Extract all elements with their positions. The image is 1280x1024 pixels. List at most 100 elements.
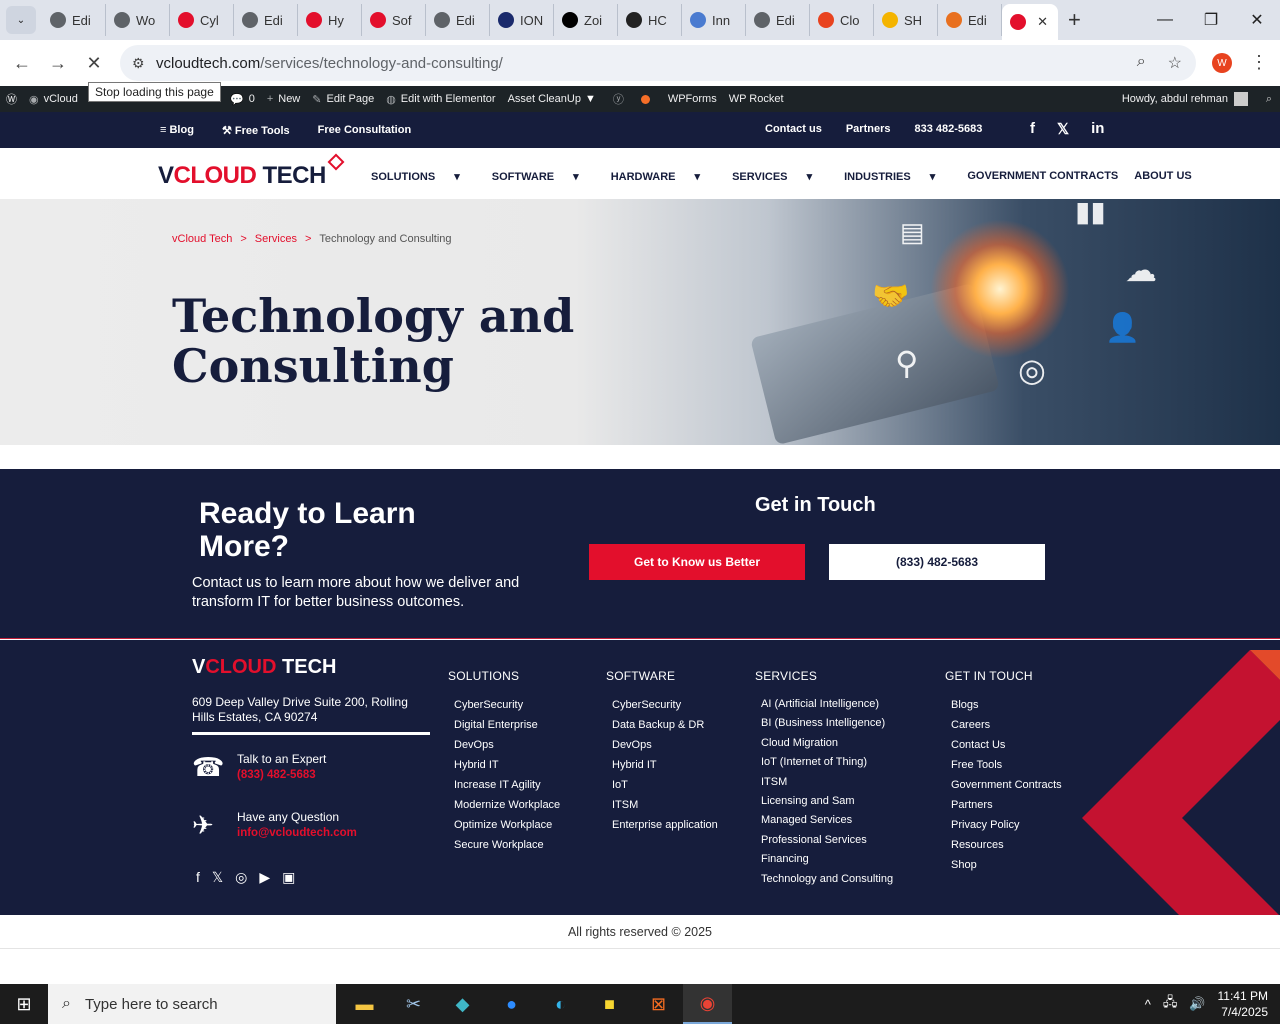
topbar-blog-link[interactable]: ≡ Blog [160, 124, 194, 137]
facebook-icon[interactable]: f [196, 869, 200, 886]
zoom-app-icon[interactable]: ● [487, 984, 536, 1024]
wp-new[interactable]: + New [267, 93, 300, 105]
footer-software-link[interactable]: Data Backup & DR [612, 715, 718, 735]
footer-solutions-link[interactable]: Secure Workplace [454, 835, 560, 855]
footer-solutions-link[interactable]: Increase IT Agility [454, 775, 560, 795]
footer-software-link[interactable]: ITSM [612, 795, 718, 815]
footer-services-link[interactable]: Licensing and Sam [761, 792, 893, 811]
topbar-partners-link[interactable]: Partners [846, 123, 891, 135]
forward-icon[interactable]: → [40, 53, 76, 74]
wp-edit-page[interactable]: ✎ Edit Page [312, 93, 374, 106]
xampp-icon[interactable]: ⊠ [634, 984, 683, 1024]
footer-get-in-touch-link[interactable]: Shop [951, 855, 1062, 875]
footer-solutions-link[interactable]: Modernize Workplace [454, 795, 560, 815]
wp-asset-cleanup[interactable]: Asset CleanUp ▼ [508, 93, 601, 105]
browser-tab[interactable]: Clo [810, 4, 874, 36]
wp-rocket[interactable]: WP Rocket [729, 93, 784, 105]
topbar-contact-link[interactable]: Contact us [765, 123, 822, 135]
call-phone-button[interactable]: (833) 482-5683 [829, 544, 1045, 580]
new-tab-button[interactable]: + [1068, 7, 1081, 33]
x-twitter-icon[interactable]: 𝕏 [212, 869, 223, 886]
tab-search-button[interactable]: ⌄ [6, 6, 36, 34]
tab-active[interactable]: ✕ [1002, 4, 1058, 40]
browser-tab[interactable]: HC [618, 4, 682, 36]
show-hidden-icons-icon[interactable]: ^ [1145, 997, 1151, 1012]
footer-get-in-touch-link[interactable]: Careers [951, 715, 1062, 735]
browser-tab[interactable]: Edi [42, 4, 106, 36]
footer-services-link[interactable]: Professional Services [761, 831, 893, 850]
wp-search-icon[interactable]: ⌕ [1266, 93, 1272, 106]
wp-edit-elementor[interactable]: ◍ Edit with Elementor [386, 93, 495, 106]
footer-services-link[interactable]: IoT (Internet of Thing) [761, 753, 893, 772]
footer-services-link[interactable]: AI (Artificial Intelligence) [761, 695, 893, 714]
edge-icon[interactable]: ◐ [536, 984, 585, 1024]
footer-get-in-touch-link[interactable]: Free Tools [951, 755, 1062, 775]
footer-logo[interactable]: VCLOUD TECH [192, 656, 336, 679]
breadcrumb-services-link[interactable]: Services [255, 233, 297, 245]
site-logo[interactable]: VCLOUD TECH [158, 153, 345, 190]
footer-software-link[interactable]: CyberSecurity [612, 695, 718, 715]
nav-industries[interactable]: INDUSTRIES ▾ [844, 170, 951, 183]
windows-start-icon[interactable]: ⊞ [0, 984, 48, 1024]
browser-tab[interactable]: Sof [362, 4, 426, 36]
wp-status[interactable] [640, 94, 656, 104]
file-explorer-icon[interactable]: ▬ [340, 984, 389, 1024]
footer-email-link[interactable]: info@vcloudtech.com [237, 827, 357, 839]
footer-software-link[interactable]: Enterprise application [612, 815, 718, 835]
footer-services-link[interactable]: Managed Services [761, 811, 893, 830]
browser-tab[interactable]: Hy [298, 4, 362, 36]
network-icon[interactable]: 🖧 [1163, 993, 1178, 1015]
wordpress-logo-icon[interactable]: Ⓦ [6, 91, 17, 107]
browser-menu-icon[interactable]: ⋮ [1250, 52, 1268, 73]
nav-about-us[interactable]: ABOUT US [1134, 170, 1191, 183]
back-icon[interactable]: ← [4, 53, 40, 74]
bookmark-star-icon[interactable]: ☆ [1168, 53, 1182, 73]
footer-solutions-link[interactable]: Hybrid IT [454, 755, 560, 775]
footer-services-link[interactable]: Technology and Consulting [761, 870, 893, 889]
facebook-icon[interactable]: f [1030, 120, 1035, 138]
topbar-free-tools-link[interactable]: ⚒ Free Tools [222, 124, 290, 137]
footer-services-link[interactable]: BI (Business Intelligence) [761, 714, 893, 733]
footer-phone-link[interactable]: (833) 482-5683 [237, 769, 326, 781]
wp-site-link[interactable]: ◉ vCloud [29, 93, 78, 106]
wp-comments[interactable]: 💬 0 [230, 93, 255, 106]
browser-tab[interactable]: Zoi [554, 4, 618, 36]
chrome-icon[interactable]: ◉ [683, 984, 732, 1024]
nav-solutions[interactable]: SOLUTIONS ▾ [371, 170, 476, 183]
breadcrumb-home-link[interactable]: vCloud Tech [172, 233, 232, 245]
topbar-free-consultation-link[interactable]: Free Consultation [318, 124, 412, 137]
footer-get-in-touch-link[interactable]: Contact Us [951, 735, 1062, 755]
stop-loading-icon[interactable]: ✕ [76, 53, 112, 74]
browser-tab[interactable]: Wo [106, 4, 170, 36]
nav-software[interactable]: SOFTWARE ▾ [492, 170, 595, 183]
restore-icon[interactable]: ❐ [1188, 0, 1234, 40]
nav-services[interactable]: SERVICES ▾ [732, 170, 828, 183]
minimize-icon[interactable]: — [1142, 0, 1188, 40]
footer-get-in-touch-link[interactable]: Blogs [951, 695, 1062, 715]
nav-hardware[interactable]: HARDWARE ▾ [611, 170, 716, 183]
volume-icon[interactable]: 🔊 [1189, 996, 1205, 1012]
footer-solutions-link[interactable]: Optimize Workplace [454, 815, 560, 835]
linkedin-icon[interactable]: in [1091, 120, 1104, 138]
footer-solutions-link[interactable]: DevOps [454, 735, 560, 755]
browser-tab[interactable]: Edi [426, 4, 490, 36]
footer-software-link[interactable]: Hybrid IT [612, 755, 718, 775]
footer-software-link[interactable]: IoT [612, 775, 718, 795]
footer-get-in-touch-link[interactable]: Partners [951, 795, 1062, 815]
youtube-icon[interactable]: ▶ [259, 869, 270, 886]
zoom-icon[interactable]: ⌕ [1137, 53, 1146, 73]
browser-tab[interactable]: Edi [234, 4, 298, 36]
footer-get-in-touch-link[interactable]: Resources [951, 835, 1062, 855]
sticky-notes-icon[interactable]: ■ [585, 984, 634, 1024]
footer-services-link[interactable]: Cloud Migration [761, 734, 893, 753]
linkedin-icon[interactable]: ▣ [282, 869, 295, 886]
browser-tab[interactable]: Edi [938, 4, 1002, 36]
get-to-know-us-button[interactable]: Get to Know us Better [589, 544, 805, 580]
close-window-icon[interactable]: ✕ [1234, 0, 1280, 40]
footer-get-in-touch-link[interactable]: Government Contracts [951, 775, 1062, 795]
x-twitter-icon[interactable]: 𝕏 [1057, 120, 1069, 138]
footer-software-link[interactable]: DevOps [612, 735, 718, 755]
browser-tab[interactable]: Edi [746, 4, 810, 36]
taskbar-clock[interactable]: 11:41 PM 7/4/2025 [1218, 988, 1268, 1020]
site-info-icon[interactable]: ⚙ [132, 55, 145, 72]
